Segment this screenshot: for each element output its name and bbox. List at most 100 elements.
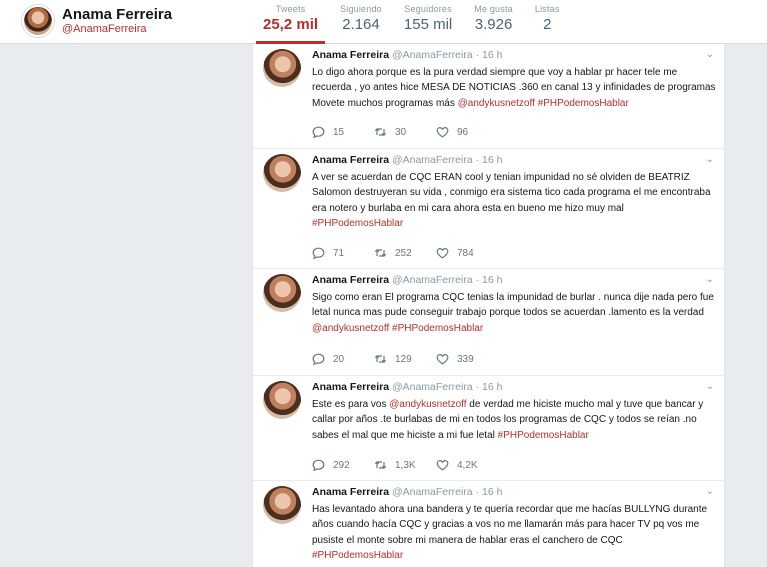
profile-header-bar: Anama Ferreira @AnamaFerreira Tweets 25,… xyxy=(0,0,767,44)
tweet-actions: 15 30 96 xyxy=(312,126,498,138)
stat-value: 3.926 xyxy=(474,16,513,33)
tweet-meta: @AnamaFerreira · 16 h xyxy=(391,49,503,61)
tweet-actions: 71 252 784 xyxy=(312,247,498,259)
retweet-icon xyxy=(374,128,387,136)
stat-likes[interactable]: Me gusta 3.926 xyxy=(463,4,524,44)
tweet-actions: 292 1,3K 4,2K xyxy=(312,459,498,471)
heart-icon xyxy=(436,247,449,259)
tweet-mention[interactable]: @andykusnetzoff xyxy=(312,323,389,334)
chevron-down-icon[interactable]: ⌄ xyxy=(706,486,714,497)
reply-icon xyxy=(312,353,325,365)
tweet-item[interactable]: Anama Ferreira @AnamaFerreira · 16 h ⌄ H… xyxy=(253,481,724,567)
tweet-item[interactable]: Anama Ferreira @AnamaFerreira · 16 h ⌄ L… xyxy=(253,44,724,149)
profile-name[interactable]: Anama Ferreira xyxy=(62,6,172,23)
tweet-avatar[interactable] xyxy=(263,154,301,192)
chevron-down-icon[interactable]: ⌄ xyxy=(706,274,714,285)
tweet-hashtag[interactable]: #PHPodemosHablar xyxy=(538,98,629,109)
tweet-author-name[interactable]: Anama Ferreira xyxy=(312,49,389,61)
tweet-mention[interactable]: @andykusnetzoff xyxy=(458,98,535,109)
heart-icon xyxy=(436,353,449,365)
tweet-avatar[interactable] xyxy=(263,381,301,419)
retweet-button[interactable]: 129 xyxy=(374,353,436,365)
reply-icon xyxy=(312,126,325,138)
tweet-item[interactable]: Anama Ferreira @AnamaFerreira · 16 h ⌄ E… xyxy=(253,376,724,481)
tweet-text: Has levantado ahora una bandera y te que… xyxy=(312,502,716,564)
tweet-hashtag[interactable]: #PHPodemosHablar xyxy=(312,550,403,561)
tweet-author-name[interactable]: Anama Ferreira xyxy=(312,274,389,286)
chevron-down-icon[interactable]: ⌄ xyxy=(706,381,714,392)
retweet-icon xyxy=(374,249,387,257)
reply-count: 71 xyxy=(333,247,345,259)
tweet-hashtag[interactable]: #PHPodemosHablar xyxy=(392,323,483,334)
tweet-author-name[interactable]: Anama Ferreira xyxy=(312,154,389,166)
tweet-item[interactable]: Anama Ferreira @AnamaFerreira · 16 h ⌄ A… xyxy=(253,149,724,269)
retweet-icon xyxy=(374,461,387,469)
reply-icon xyxy=(312,247,325,259)
retweet-count: 1,3K xyxy=(395,459,416,471)
reply-count: 20 xyxy=(333,353,345,365)
retweet-count: 129 xyxy=(395,353,412,365)
profile-summary[interactable]: Anama Ferreira @AnamaFerreira xyxy=(22,5,172,37)
profile-stats-nav: Tweets 25,2 mil Siguiendo 2.164 Seguidor… xyxy=(252,4,571,44)
like-count: 784 xyxy=(457,247,474,259)
retweet-button[interactable]: 30 xyxy=(374,126,436,138)
like-count: 96 xyxy=(457,126,469,138)
reply-count: 292 xyxy=(333,459,350,471)
tweet-body: Sigo como eran El programa CQC tenias la… xyxy=(312,292,714,319)
tweet-text: Este es para vos @andykusnetzoff de verd… xyxy=(312,397,716,443)
like-button[interactable]: 784 xyxy=(436,247,498,259)
retweet-icon xyxy=(374,355,387,363)
reply-button[interactable]: 15 xyxy=(312,126,374,138)
reply-icon xyxy=(312,459,325,471)
tweet-mention[interactable]: @andykusnetzoff xyxy=(389,399,466,410)
like-button[interactable]: 96 xyxy=(436,126,498,138)
retweet-count: 252 xyxy=(395,247,412,259)
stat-value: 2 xyxy=(543,16,552,33)
reply-count: 15 xyxy=(333,126,345,138)
stat-following[interactable]: Siguiendo 2.164 xyxy=(329,4,393,44)
heart-icon xyxy=(436,126,449,138)
stat-label: Tweets xyxy=(275,4,306,14)
tweet-actions: 20 129 339 xyxy=(312,353,498,365)
profile-handle: @AnamaFerreira xyxy=(62,23,147,36)
retweet-count: 30 xyxy=(395,126,407,138)
chevron-down-icon[interactable]: ⌄ xyxy=(706,154,714,165)
reply-button[interactable]: 20 xyxy=(312,353,374,365)
tweet-text: Sigo como eran El programa CQC tenias la… xyxy=(312,290,716,336)
like-count: 339 xyxy=(457,353,474,365)
like-count: 4,2K xyxy=(457,459,478,471)
tweet-hashtag[interactable]: #PHPodemosHablar xyxy=(498,430,589,441)
tweet-meta: @AnamaFerreira · 16 h xyxy=(391,274,503,286)
tweet-hashtag[interactable]: #PHPodemosHablar xyxy=(312,218,403,229)
tweet-text: Lo digo ahora porque es la pura verdad s… xyxy=(312,65,716,111)
tweet-body: Este es para vos xyxy=(312,399,390,410)
tweet-body: Has levantado ahora una bandera y te que… xyxy=(312,504,708,546)
tweet-avatar[interactable] xyxy=(263,274,301,312)
stat-value: 155 mil xyxy=(403,16,453,33)
reply-button[interactable]: 292 xyxy=(312,459,374,471)
stat-label: Me gusta xyxy=(474,4,513,14)
chevron-down-icon[interactable]: ⌄ xyxy=(706,49,714,60)
stat-label: Seguidores xyxy=(404,4,452,14)
tweet-avatar[interactable] xyxy=(263,486,301,524)
like-button[interactable]: 339 xyxy=(436,353,498,365)
retweet-button[interactable]: 252 xyxy=(374,247,436,259)
stat-lists[interactable]: Listas 2 xyxy=(524,4,571,44)
retweet-button[interactable]: 1,3K xyxy=(374,459,436,471)
stat-label: Listas xyxy=(534,4,560,14)
tweet-meta: @AnamaFerreira · 16 h xyxy=(391,486,503,498)
stat-tweets[interactable]: Tweets 25,2 mil xyxy=(252,4,329,44)
heart-icon xyxy=(436,459,449,471)
profile-avatar[interactable] xyxy=(22,5,54,37)
tweet-item[interactable]: Anama Ferreira @AnamaFerreira · 16 h ⌄ S… xyxy=(253,269,724,376)
tweet-author-name[interactable]: Anama Ferreira xyxy=(312,486,389,498)
reply-button[interactable]: 71 xyxy=(312,247,374,259)
tweet-avatar[interactable] xyxy=(263,49,301,87)
tweet-author-name[interactable]: Anama Ferreira xyxy=(312,381,389,393)
like-button[interactable]: 4,2K xyxy=(436,459,498,471)
stat-value: 25,2 mil xyxy=(263,16,319,33)
stat-followers[interactable]: Seguidores 155 mil xyxy=(393,4,463,44)
tweet-meta: @AnamaFerreira · 16 h xyxy=(391,381,503,393)
stat-label: Siguiendo xyxy=(340,4,382,14)
tweet-body: A ver se acuerdan de CQC ERAN cool y ten… xyxy=(312,172,711,214)
